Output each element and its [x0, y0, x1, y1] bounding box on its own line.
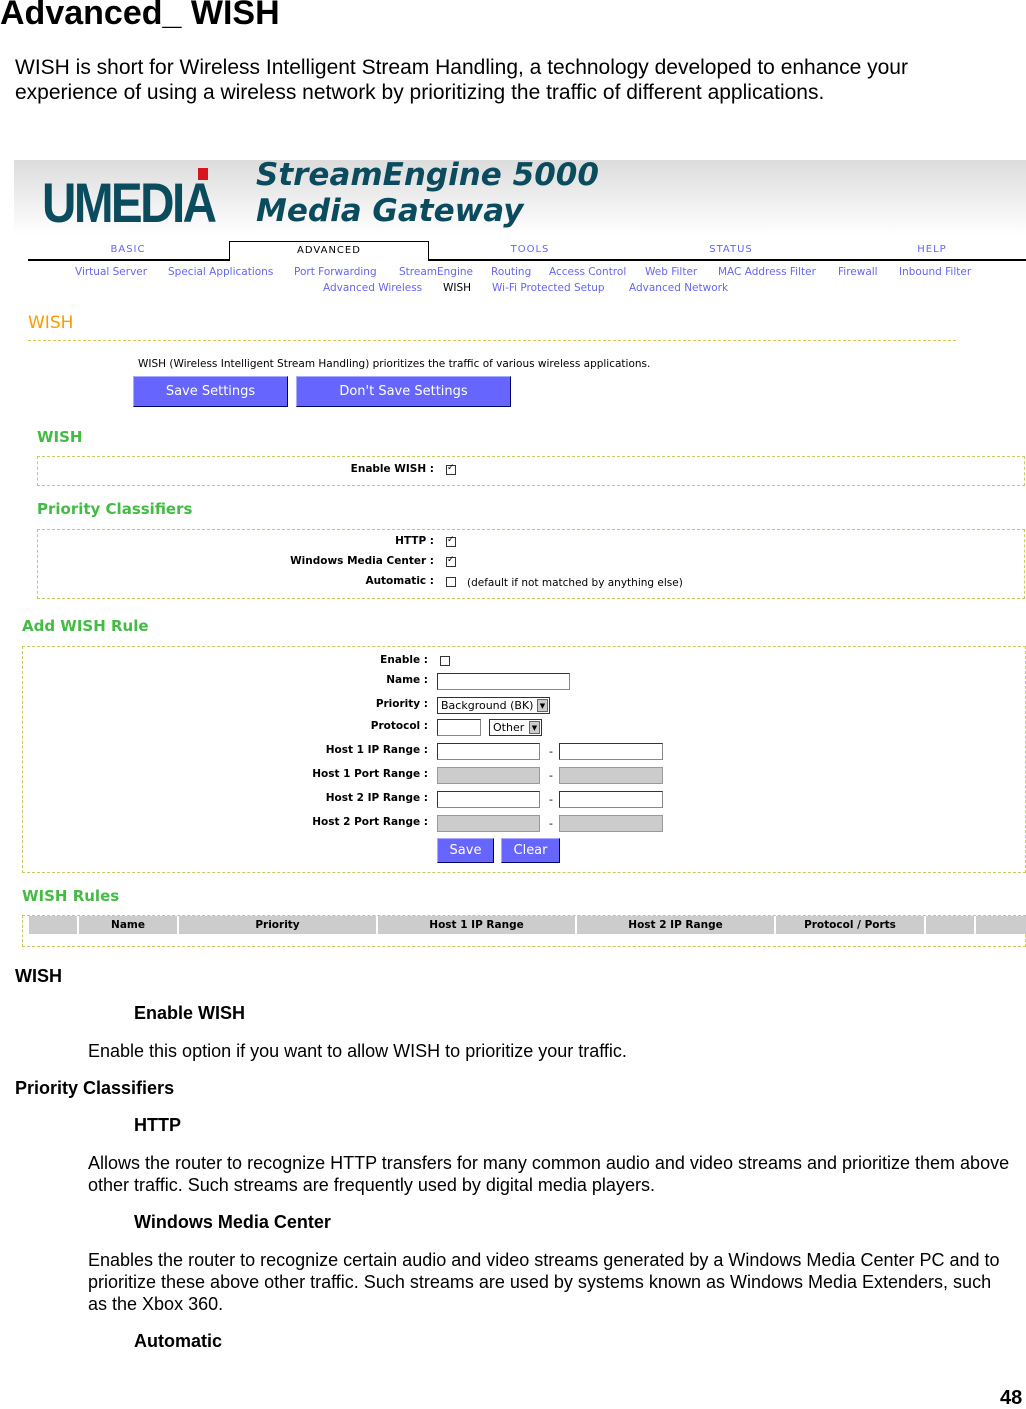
column-header-name: Name — [79, 916, 179, 934]
rules-table-box: Name Priority Host 1 IP Range Host 2 IP … — [22, 915, 1026, 947]
enable-wish-label: Enable WISH : — [350, 463, 434, 475]
subnav-virtual-server[interactable]: Virtual Server — [75, 266, 147, 278]
host1-port-start[interactable] — [437, 767, 540, 784]
rule-enable-label: Enable : — [380, 654, 428, 666]
subnav-wish[interactable]: WISH — [443, 282, 471, 294]
page-number: 48 — [1000, 1387, 1023, 1409]
wish-box — [37, 456, 1025, 486]
product-name: StreamEngine 5000 Media Gateway — [256, 157, 599, 229]
column-header — [29, 916, 79, 934]
host2-ip-end[interactable] — [559, 791, 663, 808]
column-header-priority: Priority — [179, 916, 378, 934]
doc-heading-priority-classifiers: Priority Classifiers — [15, 1078, 175, 1098]
wmc-label: Windows Media Center : — [290, 555, 434, 567]
tab-divider — [28, 259, 1026, 261]
host2-ip-label: Host 2 IP Range : — [325, 792, 428, 804]
tab-help[interactable]: HELP — [832, 244, 1026, 255]
subnav-port-forwarding[interactable]: Port Forwarding — [294, 266, 377, 278]
divider — [28, 340, 956, 341]
subnav-access-control[interactable]: Access Control — [549, 266, 626, 278]
host2-port-label: Host 2 Port Range : — [312, 816, 428, 828]
doc-subheading-http: HTTP — [134, 1115, 181, 1135]
save-settings-button[interactable]: Save Settings — [133, 376, 288, 407]
rule-protocol-select[interactable]: Other ▼ — [489, 719, 542, 736]
priority-value: Background (BK) — [441, 699, 534, 712]
doc-subheading-wmc: Windows Media Center — [134, 1212, 331, 1232]
tab-advanced[interactable]: ADVANCED — [229, 241, 429, 261]
tab-basic[interactable]: BASIC — [28, 244, 228, 255]
chevron-down-icon: ▼ — [537, 699, 548, 712]
subnav-web-filter[interactable]: Web Filter — [645, 266, 697, 278]
product-line2: Media Gateway — [256, 193, 524, 229]
subnav-advanced-wireless[interactable]: Advanced Wireless — [323, 282, 422, 294]
subnav-routing[interactable]: Routing — [491, 266, 531, 278]
subnav-advanced-network[interactable]: Advanced Network — [629, 282, 728, 294]
umedia-logo: UMEDIA — [42, 171, 217, 234]
subnav-firewall[interactable]: Firewall — [838, 266, 878, 278]
host1-ip-label: Host 1 IP Range : — [325, 744, 428, 756]
host2-ip-start[interactable] — [437, 791, 540, 808]
enable-wish-checkbox[interactable] — [446, 463, 456, 475]
host1-ip-start[interactable] — [437, 743, 540, 760]
rule-protocol-input[interactable] — [437, 719, 481, 736]
column-header-host1: Host 1 IP Range — [378, 916, 577, 934]
wish-description: WISH (Wireless Intelligent Stream Handli… — [138, 358, 651, 370]
http-checkbox[interactable] — [446, 535, 456, 547]
subnav-streamengine[interactable]: StreamEngine — [399, 266, 473, 278]
host1-port-end[interactable] — [559, 767, 663, 784]
range-separator: - — [549, 817, 553, 830]
wish-rules-title: WISH Rules — [22, 887, 120, 905]
subnav-mac-filter[interactable]: MAC Address Filter — [718, 266, 816, 278]
automatic-note: (default if not matched by anything else… — [467, 577, 683, 589]
rule-name-input[interactable] — [437, 673, 570, 690]
wish-page-title: WISH — [28, 313, 74, 333]
automatic-checkbox[interactable] — [446, 577, 456, 587]
http-label: HTTP : — [395, 535, 434, 547]
column-header — [926, 916, 976, 934]
host1-port-label: Host 1 Port Range : — [312, 768, 428, 780]
host2-port-end[interactable] — [559, 815, 663, 832]
column-header-host2: Host 2 IP Range — [577, 916, 776, 934]
rule-save-button[interactable]: Save — [437, 838, 494, 863]
logo-accent — [198, 168, 208, 180]
rule-clear-button[interactable]: Clear — [501, 838, 560, 863]
dont-save-settings-button[interactable]: Don't Save Settings — [296, 376, 511, 407]
wish-section-title: WISH — [37, 428, 83, 446]
rule-name-label: Name : — [386, 674, 428, 686]
range-separator: - — [549, 745, 553, 758]
host1-ip-end[interactable] — [559, 743, 663, 760]
product-line1: StreamEngine 5000 — [256, 157, 599, 193]
doc-text: Enable this option if you want to allow … — [88, 1041, 627, 1061]
doc-text: Enables the router to recognize certain … — [88, 1250, 1000, 1314]
add-wish-rule-title: Add WISH Rule — [22, 617, 149, 635]
doc-subheading-enable-wish: Enable WISH — [134, 1003, 246, 1023]
router-screenshot: UMEDIA StreamEngine 5000 Media Gateway BA… — [14, 157, 1026, 975]
doc-text: Allows the router to recognize HTTP tran… — [88, 1153, 1010, 1195]
doc-subheading-automatic: Automatic — [134, 1331, 223, 1351]
rule-priority-select[interactable]: Background (BK) ▼ — [437, 697, 550, 714]
host2-port-start[interactable] — [437, 815, 540, 832]
priority-classifiers-title: Priority Classifiers — [37, 500, 193, 518]
doc-heading-wish: WISH — [15, 966, 62, 986]
tab-status[interactable]: STATUS — [631, 244, 831, 255]
range-separator: - — [549, 793, 553, 806]
protocol-select-value: Other — [493, 721, 525, 734]
page-title: Advanced_ WISH — [0, 0, 280, 32]
tab-tools[interactable]: TOOLS — [430, 244, 630, 255]
intro-text: WISH is short for Wireless Intelligent S… — [15, 56, 908, 104]
automatic-label: Automatic : — [365, 575, 434, 587]
subnav-inbound-filter[interactable]: Inbound Filter — [899, 266, 971, 278]
column-header — [976, 916, 1026, 934]
rule-enable-checkbox[interactable] — [440, 656, 450, 666]
chevron-down-icon: ▼ — [529, 721, 540, 734]
rule-priority-label: Priority : — [375, 698, 428, 710]
rule-protocol-label: Protocol : — [370, 720, 428, 732]
subnav-wps[interactable]: Wi-Fi Protected Setup — [492, 282, 605, 294]
column-header-protocol: Protocol / Ports — [776, 916, 926, 934]
wmc-checkbox[interactable] — [446, 555, 456, 567]
range-separator: - — [549, 769, 553, 782]
subnav-special-applications[interactable]: Special Applications — [168, 266, 273, 278]
